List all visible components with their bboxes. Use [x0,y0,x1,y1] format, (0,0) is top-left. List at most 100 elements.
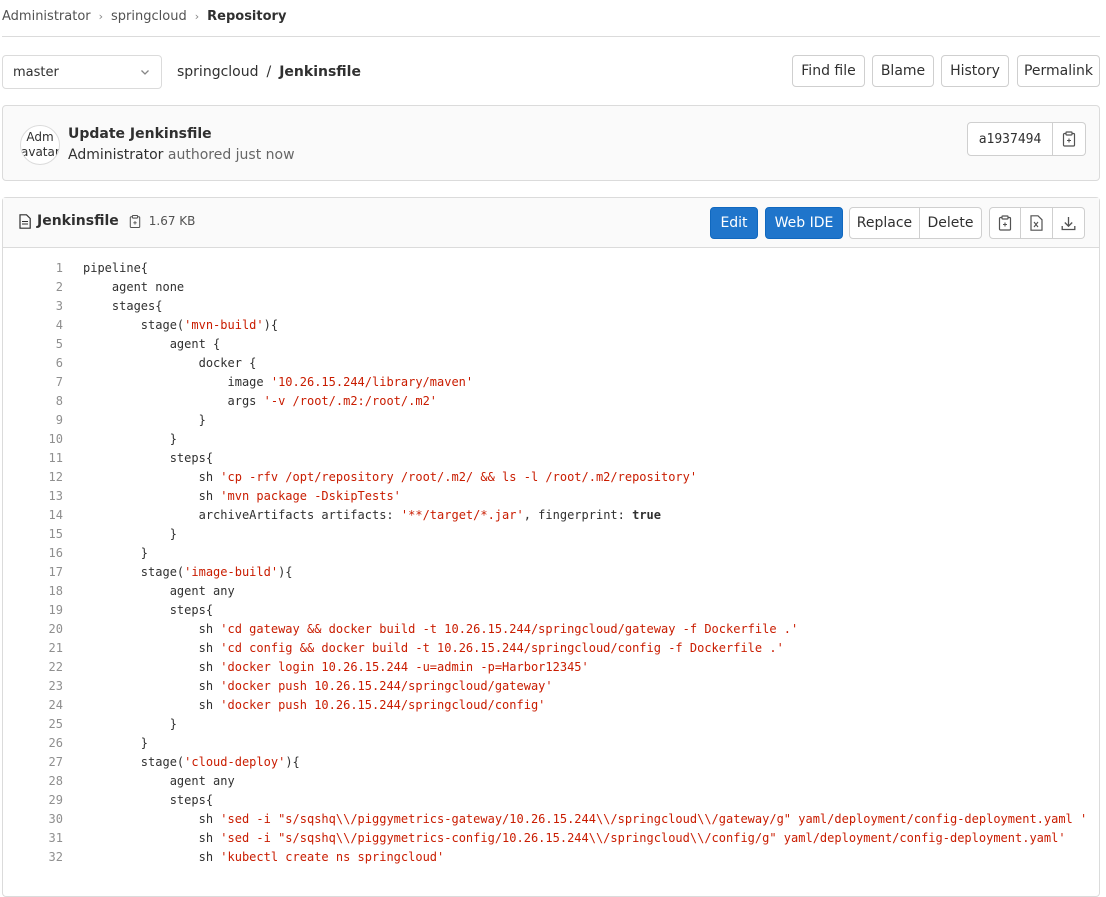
line-number[interactable]: 14 [3,508,63,522]
web-ide-button[interactable]: Web IDE [765,207,843,239]
line-number[interactable]: 29 [3,793,63,807]
line-number[interactable]: 28 [3,774,63,788]
avatar[interactable]: Adm avatar [20,125,60,165]
line-number[interactable]: 1 [3,261,63,275]
code-text: steps{ [83,602,214,617]
file-name: Jenkinsfile [37,213,119,229]
line-number[interactable]: 15 [3,527,63,541]
code-line: 27 stage('cloud-deploy'){ [3,752,1099,771]
history-button[interactable]: History [941,55,1009,87]
code-line: 7 image '10.26.15.244/library/maven' [3,372,1099,391]
line-number[interactable]: 30 [3,812,63,826]
code-text: } [83,412,206,427]
line-number[interactable]: 12 [3,470,63,484]
open-raw-button[interactable] [1021,207,1053,239]
code-text: steps{ [83,450,214,465]
copy-path-button[interactable] [129,214,141,229]
code-text: } [83,431,177,446]
line-number[interactable]: 25 [3,717,63,731]
line-number[interactable]: 23 [3,679,63,693]
code-line: 29 steps{ [3,790,1099,809]
code-text: sh 'docker push 10.26.15.244/springcloud… [83,697,546,712]
line-number[interactable]: 31 [3,831,63,845]
code-text: docker { [83,355,257,370]
clipboard-icon [1062,131,1076,147]
edit-button[interactable]: Edit [710,207,758,239]
replace-button[interactable]: Replace [849,207,920,239]
line-number[interactable]: 22 [3,660,63,674]
line-number[interactable]: 24 [3,698,63,712]
code-line: 4 stage('mvn-build'){ [3,315,1099,334]
code-line: 18 agent any [3,581,1099,600]
code-line: 16 } [3,543,1099,562]
download-button[interactable] [1053,207,1085,239]
line-number[interactable]: 26 [3,736,63,750]
code-text: sh 'cp -rfv /opt/repository /root/.m2/ &… [83,469,698,484]
line-number[interactable]: 20 [3,622,63,636]
commit-author[interactable]: Administrator [68,147,163,163]
line-number[interactable]: 11 [3,451,63,465]
code-line: 25 } [3,714,1099,733]
line-number[interactable]: 3 [3,299,63,313]
line-number[interactable]: 21 [3,641,63,655]
line-number[interactable]: 18 [3,584,63,598]
code-line: 30 sh 'sed -i "s/sqshq\\/piggymetrics-ga… [3,809,1099,828]
code-text: sh 'docker login 10.26.15.244 -u=admin -… [83,659,589,674]
commit-meta: Administrator authored just now [68,147,295,163]
code-text: stage('cloud-deploy'){ [83,754,300,769]
breadcrumb-item-springcloud[interactable]: springcloud [111,9,187,24]
line-number[interactable]: 13 [3,489,63,503]
commit-title[interactable]: Update Jenkinsfile [68,126,212,142]
code-line: 20 sh 'cd gateway && docker build -t 10.… [3,619,1099,638]
breadcrumb-item-administrator[interactable]: Administrator [2,9,91,24]
code-line: 22 sh 'docker login 10.26.15.244 -u=admi… [3,657,1099,676]
path-file-name[interactable]: Jenkinsfile [279,64,361,80]
code-text: args '-v /root/.m2:/root/.m2' [83,393,438,408]
clipboard-icon [129,214,141,229]
code-line: 28 agent any [3,771,1099,790]
commit-time: authored just now [167,147,295,163]
copy-sha-button[interactable] [1053,122,1086,156]
line-number[interactable]: 2 [3,280,63,294]
code-line: 2 agent none [3,277,1099,296]
line-number[interactable]: 27 [3,755,63,769]
line-number[interactable]: 10 [3,432,63,446]
line-number[interactable]: 5 [3,337,63,351]
code-text: sh 'cd config && docker build -t 10.26.1… [83,640,784,655]
code-text: archiveArtifacts artifacts: '**/target/*… [83,507,661,522]
download-icon [1061,216,1076,231]
branch-selector[interactable]: master [2,55,162,89]
code-text: stage('image-build'){ [83,564,293,579]
code-line: 23 sh 'docker push 10.26.15.244/springcl… [3,676,1099,695]
line-number[interactable]: 6 [3,356,63,370]
find-file-button[interactable]: Find file [792,55,865,87]
line-number[interactable]: 8 [3,394,63,408]
path-project-link[interactable]: springcloud [177,64,259,80]
permalink-button[interactable]: Permalink [1017,55,1100,87]
code-text: agent none [83,279,185,294]
copy-contents-button[interactable] [989,207,1021,239]
blame-button[interactable]: Blame [872,55,934,87]
code-viewer: 1 pipeline{2 agent none 3 stages{4 stage('… [3,248,1099,896]
line-number[interactable]: 4 [3,318,63,332]
line-number[interactable]: 19 [3,603,63,617]
breadcrumb-item-repository[interactable]: Repository [207,9,286,24]
branch-name: master [13,64,59,80]
code-text: } [83,545,149,560]
line-number[interactable]: 9 [3,413,63,427]
code-text: stages{ [83,298,163,313]
last-commit: Adm avatar Update Jenkinsfile Administra… [2,105,1100,181]
line-number[interactable]: 32 [3,850,63,864]
delete-button[interactable]: Delete [920,207,982,239]
breadcrumb: Administrator › springcloud › Repository [2,7,286,25]
code-text: sh 'kubectl create ns springcloud' [83,849,445,864]
code-text: steps{ [83,792,214,807]
code-line: 9 } [3,410,1099,429]
commit-sha[interactable]: a1937494 [967,122,1053,156]
code-text: agent any [83,773,235,788]
line-number[interactable]: 17 [3,565,63,579]
code-text: image '10.26.15.244/library/maven' [83,374,474,389]
line-number[interactable]: 16 [3,546,63,560]
code-line: 24 sh 'docker push 10.26.15.244/springcl… [3,695,1099,714]
line-number[interactable]: 7 [3,375,63,389]
